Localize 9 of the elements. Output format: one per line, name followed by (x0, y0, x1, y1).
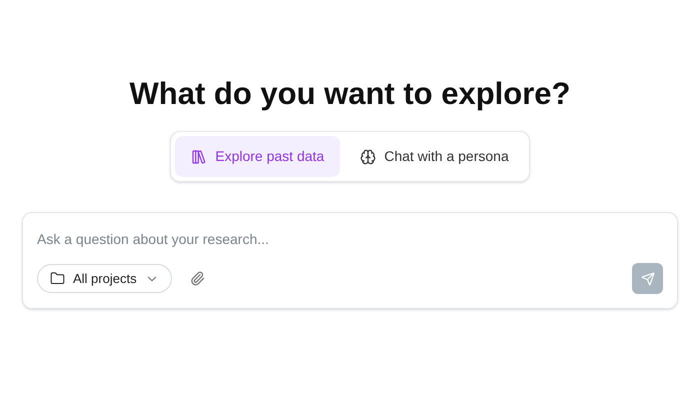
brain-icon (360, 148, 376, 164)
project-dropdown[interactable]: All projects (37, 264, 172, 293)
question-field[interactable]: Ask a question about your research... (37, 227, 663, 251)
books-icon (191, 148, 208, 164)
mode-tab[interactable]: Explore past data (175, 136, 340, 177)
page-heading: What do you want to explore? (130, 75, 570, 113)
folder-icon (50, 271, 65, 286)
send-icon (640, 272, 654, 286)
paperclip-icon (190, 271, 205, 286)
